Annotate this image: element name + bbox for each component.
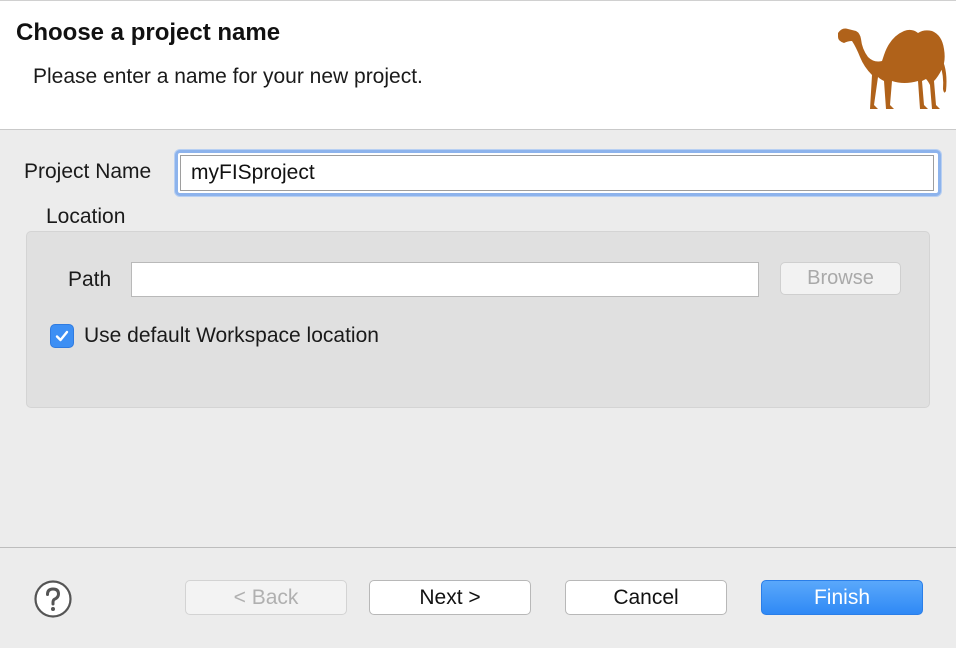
camel-icon <box>838 28 947 109</box>
use-default-location-row[interactable]: Use default Workspace location <box>50 322 379 350</box>
cancel-button[interactable]: Cancel <box>565 580 727 615</box>
use-default-location-checkbox[interactable] <box>50 324 74 348</box>
back-button[interactable]: < Back <box>185 580 347 615</box>
finish-button[interactable]: Finish <box>761 580 923 615</box>
help-icon[interactable] <box>33 579 73 619</box>
wizard-header: Choose a project name Please enter a nam… <box>0 0 956 130</box>
location-group-label: Location <box>46 205 126 228</box>
path-input[interactable] <box>131 262 759 297</box>
use-default-location-label: Use default Workspace location <box>84 324 379 347</box>
project-name-label: Project Name <box>24 160 152 183</box>
page-description: Please enter a name for your new project… <box>33 65 423 88</box>
browse-button[interactable]: Browse <box>780 262 901 295</box>
project-name-focus-ring <box>175 150 941 196</box>
project-name-input[interactable] <box>180 155 934 191</box>
path-label: Path <box>68 268 112 291</box>
page-title: Choose a project name <box>16 19 281 46</box>
checkmark-icon <box>55 330 69 342</box>
next-button[interactable]: Next > <box>369 580 531 615</box>
location-group <box>26 231 930 408</box>
footer-divider <box>0 547 956 548</box>
